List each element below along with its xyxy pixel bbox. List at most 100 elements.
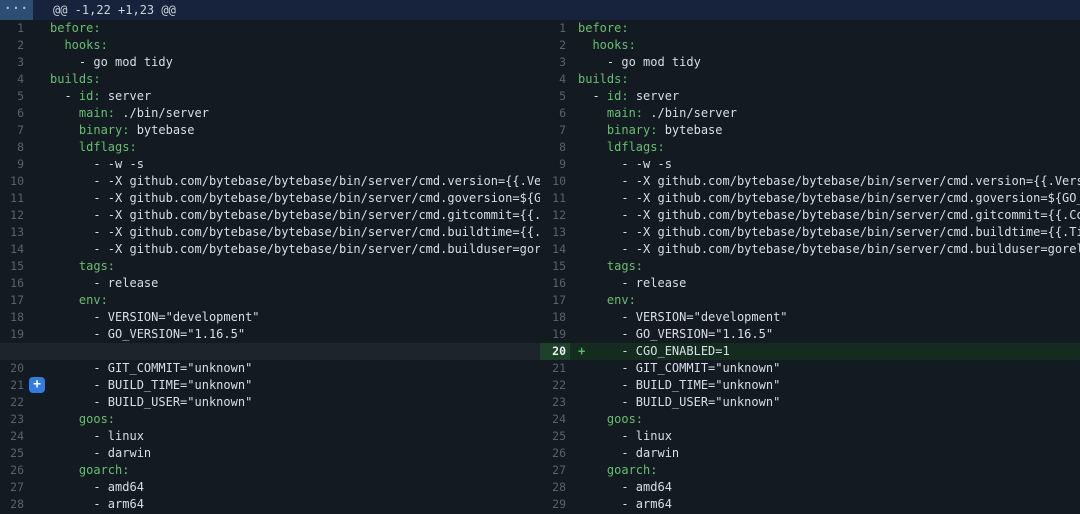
line-number[interactable]: 13 — [0, 224, 30, 241]
line-number[interactable]: 12 — [0, 207, 30, 224]
expand-diff-button[interactable]: ··· — [0, 0, 33, 20]
line-number[interactable]: 20 — [540, 343, 570, 360]
yaml-text: - VERSION="development" — [50, 310, 260, 324]
line-number[interactable]: 18 — [540, 309, 570, 326]
yaml-text: - GIT_COMMIT="unknown" — [50, 361, 252, 375]
line-number[interactable]: 24 — [540, 411, 570, 428]
yaml-text: - GO_VERSION="1.16.5" — [50, 327, 245, 341]
line-number[interactable]: 4 — [540, 71, 570, 88]
code-text: - linux — [30, 428, 540, 445]
line-number[interactable]: 25 — [0, 445, 30, 462]
diff-line: 29 - arm64 — [540, 496, 1080, 513]
diff-line: 23 goos: — [0, 411, 540, 428]
diff-line: 8 ldflags: — [540, 139, 1080, 156]
line-number[interactable]: 11 — [540, 190, 570, 207]
line-number[interactable]: 19 — [0, 326, 30, 343]
line-number[interactable]: 16 — [0, 275, 30, 292]
line-number[interactable]: 3 — [0, 54, 30, 71]
yaml-text: ./bin/server — [643, 106, 737, 120]
line-number[interactable]: 28 — [540, 479, 570, 496]
code-text: - GIT_COMMIT="unknown" — [30, 360, 540, 377]
line-number[interactable]: 25 — [540, 428, 570, 445]
line-number[interactable]: 26 — [540, 445, 570, 462]
line-number[interactable]: 1 — [540, 20, 570, 37]
line-number[interactable]: 22 — [0, 394, 30, 411]
line-number[interactable]: 9 — [540, 156, 570, 173]
code-text: - -w -s — [570, 156, 1080, 173]
line-number[interactable]: 20 — [0, 360, 30, 377]
diff-line: 27 goarch: — [540, 462, 1080, 479]
yaml-text: - -X github.com/bytebase/bytebase/bin/se… — [50, 208, 540, 222]
line-number[interactable]: 6 — [0, 105, 30, 122]
line-number[interactable]: 10 — [0, 173, 30, 190]
line-number[interactable]: 27 — [540, 462, 570, 479]
line-number[interactable]: 5 — [0, 88, 30, 105]
diff-line: 17 env: — [540, 292, 1080, 309]
line-number[interactable]: 15 — [540, 258, 570, 275]
code-text: - linux — [570, 428, 1080, 445]
yaml-text: server — [629, 89, 680, 103]
yaml-text — [50, 463, 79, 477]
line-number[interactable]: 22 — [540, 377, 570, 394]
diff-line: 24 - linux — [0, 428, 540, 445]
line-number[interactable]: 6 — [540, 105, 570, 122]
line-number[interactable]: 16 — [540, 275, 570, 292]
diff-line: 13 - -X github.com/bytebase/bytebase/bin… — [540, 224, 1080, 241]
line-number[interactable]: 2 — [540, 37, 570, 54]
diff-line: 18 - VERSION="development" — [0, 309, 540, 326]
line-number[interactable]: 27 — [0, 479, 30, 496]
diff-line: 25 - darwin — [0, 445, 540, 462]
code-text: - BUILD_USER="unknown" — [30, 394, 540, 411]
line-number[interactable]: 5 — [540, 88, 570, 105]
code-text: builds: — [570, 71, 1080, 88]
line-number[interactable]: 14 — [540, 241, 570, 258]
line-number[interactable]: 4 — [0, 71, 30, 88]
line-number[interactable]: 17 — [540, 292, 570, 309]
line-number[interactable]: 8 — [540, 139, 570, 156]
line-number[interactable]: 3 — [540, 54, 570, 71]
line-number[interactable]: 8 — [0, 139, 30, 156]
code-text: - BUILD_TIME="unknown" — [30, 377, 540, 394]
line-number[interactable]: 24 — [0, 428, 30, 445]
yaml-key: before: — [578, 21, 629, 35]
yaml-key: main: — [607, 106, 643, 120]
line-number[interactable]: 1 — [0, 20, 30, 37]
line-number[interactable]: 9 — [0, 156, 30, 173]
diff-line: 16 - release — [540, 275, 1080, 292]
line-number[interactable]: 15 — [0, 258, 30, 275]
line-number[interactable]: 11 — [0, 190, 30, 207]
line-number[interactable]: 26 — [0, 462, 30, 479]
add-comment-button[interactable]: + — [29, 377, 45, 393]
line-number[interactable]: 13 — [540, 224, 570, 241]
diff-line: 9 - -w -s — [540, 156, 1080, 173]
code-text: - BUILD_USER="unknown" — [570, 394, 1080, 411]
line-number[interactable]: 28 — [0, 496, 30, 513]
yaml-text: - GO_VERSION="1.16.5" — [578, 327, 773, 341]
diff-line: 13 - -X github.com/bytebase/bytebase/bin… — [0, 224, 540, 241]
diff-line: 16 - release — [0, 275, 540, 292]
line-number[interactable]: 12 — [540, 207, 570, 224]
line-number[interactable]: 23 — [0, 411, 30, 428]
diff-line: 25 - linux — [540, 428, 1080, 445]
line-number[interactable]: 18 — [0, 309, 30, 326]
yaml-text: - BUILD_USER="unknown" — [50, 395, 252, 409]
line-number[interactable]: 2 — [0, 37, 30, 54]
diff-pane-new: 1before:2 hooks:3 - go mod tidy4builds:5… — [540, 20, 1080, 513]
diff-line: 17 env: — [0, 292, 540, 309]
line-number[interactable]: 7 — [540, 122, 570, 139]
diff-line: 4builds: — [0, 71, 540, 88]
line-number[interactable]: 21 — [0, 377, 30, 394]
line-number[interactable]: 19 — [540, 326, 570, 343]
yaml-text: - darwin — [50, 446, 151, 460]
code-text: - -X github.com/bytebase/bytebase/bin/se… — [30, 173, 540, 190]
yaml-text — [578, 140, 607, 154]
line-number[interactable]: 7 — [0, 122, 30, 139]
line-number[interactable]: 17 — [0, 292, 30, 309]
line-number[interactable]: 21 — [540, 360, 570, 377]
line-number[interactable]: 10 — [540, 173, 570, 190]
diff-line: 6 main: ./bin/server — [540, 105, 1080, 122]
line-number[interactable]: 23 — [540, 394, 570, 411]
line-number[interactable]: 14 — [0, 241, 30, 258]
line-number[interactable]: 29 — [540, 496, 570, 513]
code-text: - -X github.com/bytebase/bytebase/bin/se… — [570, 190, 1080, 207]
